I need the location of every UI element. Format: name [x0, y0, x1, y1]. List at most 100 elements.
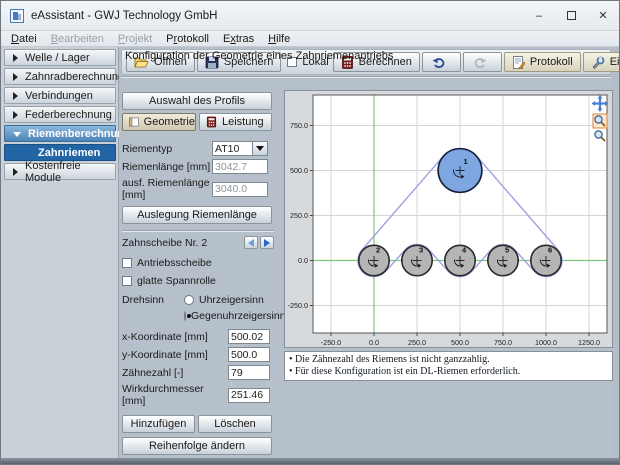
x-tick-label: -250.0: [321, 338, 341, 347]
sidebar-item-label: Verbindungen: [25, 90, 93, 102]
teeth-count-field[interactable]: [228, 365, 270, 380]
counterclockwise-radio[interactable]: [184, 311, 186, 321]
y-coordinate-label: y-Koordinate [mm]: [122, 349, 228, 361]
menu-bearbeiten: Bearbeiten: [44, 33, 111, 45]
teeth-count-label: Zähnezahl [-]: [122, 367, 228, 379]
sidebar-item-label: Zahnradberechnung: [25, 71, 124, 83]
exec-belt-length-field: [212, 182, 268, 197]
sidebar-item-zahnriemen[interactable]: Zahnriemen: [4, 144, 116, 161]
belt-type-label: Riementyp: [122, 143, 212, 155]
power-tab-button[interactable]: Leistung: [199, 113, 272, 131]
sidebar-item-kostenfreie-module[interactable]: Kostenfreie Module: [4, 163, 116, 180]
pulley-4[interactable]: 4: [445, 245, 475, 275]
menu-hilfe[interactable]: Hilfe: [261, 33, 297, 45]
add-pulley-button[interactable]: Hinzufügen: [122, 415, 195, 433]
y-tick-label: 0.0: [298, 256, 308, 265]
x-coordinate-label: x-Koordinate [mm]: [122, 331, 228, 343]
next-pulley-button[interactable]: [260, 236, 274, 249]
x-tick-label: 750.0: [494, 338, 512, 347]
page-title: Konfiguration der Geometrie eines Zahnri…: [125, 50, 393, 62]
undo-button[interactable]: [422, 52, 461, 72]
belt-type-value[interactable]: [212, 141, 252, 156]
pulley-diagram-panel: 123456750.0500.0250.00.0-250.0-250.00.02…: [284, 90, 613, 348]
pulley-label: 1: [464, 157, 468, 166]
y-tick-label: -250.0: [288, 301, 308, 310]
triangle-collapsed-icon: [13, 92, 18, 100]
triangle-collapsed-icon: [13, 54, 18, 62]
rotation-label: Drehsinn: [122, 294, 184, 306]
profile-select-button[interactable]: Auswahl des Profils: [122, 92, 272, 110]
title-bar: eAssistant - GWJ Technology GmbH – ✕: [1, 1, 619, 31]
window-title: eAssistant - GWJ Technology GmbH: [31, 10, 523, 22]
drive-pulley-checkbox[interactable]: [122, 258, 132, 268]
protocol-document-icon: [512, 56, 525, 69]
sidebar-item-label: Riemenberechnung: [28, 128, 131, 140]
previous-pulley-button[interactable]: [244, 236, 258, 249]
maximize-button[interactable]: [555, 1, 587, 30]
sidebar-item-label: Federberechnung: [25, 109, 112, 121]
menu-bar: DateiBearbeitenProjektProtokollExtrasHil…: [1, 31, 619, 47]
x-tick-label: 250.0: [408, 338, 426, 347]
close-button[interactable]: ✕: [587, 1, 619, 30]
pulley-label: 2: [376, 245, 380, 254]
geometry-tab-button[interactable]: Geometrie: [122, 113, 196, 131]
geometry-form: Auswahl des Profils Geometrie Leistung: [122, 92, 274, 455]
belt-length-field: [212, 159, 268, 174]
sidebar-item-verbindungen[interactable]: Verbindungen: [4, 87, 116, 104]
pitch-diameter-field[interactable]: [228, 388, 270, 403]
delete-pulley-button[interactable]: Löschen: [198, 415, 272, 433]
pulley-1[interactable]: 1: [438, 149, 482, 193]
pulley-6[interactable]: 6: [531, 245, 561, 275]
idler-label: glatte Spannrolle: [137, 275, 216, 287]
reorder-button[interactable]: Reihenfolge ändern: [122, 437, 272, 455]
pulley-3[interactable]: 3: [402, 245, 432, 275]
zoom-rect-tool-icon[interactable]: [593, 114, 607, 128]
sidebar-item-label: Zahnriemen: [38, 147, 100, 159]
app-window: eAssistant - GWJ Technology GmbH – ✕ Dat…: [0, 0, 620, 465]
redo-button[interactable]: [463, 52, 502, 72]
y-coordinate-field[interactable]: [228, 347, 270, 362]
belt-type-combo[interactable]: [212, 141, 268, 156]
pulley-5[interactable]: 5: [488, 245, 518, 275]
sidebar-item-federberechnung[interactable]: Federberechnung: [4, 106, 116, 123]
exec-belt-length-label: ausf. Riemenlänge [mm]: [122, 177, 212, 201]
app-icon: [10, 9, 24, 23]
menu-datei[interactable]: Datei: [4, 33, 44, 45]
arrow-right-icon: [264, 239, 270, 247]
menu-protokoll[interactable]: Protokoll: [159, 33, 216, 45]
pulley-label: 3: [419, 245, 423, 254]
undo-icon: [432, 56, 446, 68]
sidebar-item-zahnradberechnung[interactable]: Zahnradberechnung: [4, 68, 116, 85]
idler-checkbox[interactable]: [122, 276, 132, 286]
settings-label: Einstellungen: [610, 56, 620, 68]
maximize-icon: [567, 11, 576, 20]
pulley-diagram: 123456750.0500.0250.00.0-250.0-250.00.02…: [285, 91, 612, 347]
sidebar-item-riemenberechnung[interactable]: Riemenberechnung: [4, 125, 116, 142]
x-tick-label: 1000.0: [535, 338, 557, 347]
window-bottom-edge: [1, 458, 619, 464]
pulley-nav-label: Zahnscheibe Nr. 2: [122, 237, 242, 249]
pulley-label: 6: [548, 245, 552, 254]
settings-button[interactable]: Einstellungen: [583, 52, 620, 72]
geometry-page-icon: [129, 116, 139, 128]
redo-icon: [473, 56, 487, 68]
sidebar-item-welle-lager[interactable]: Welle / Lager: [4, 49, 116, 66]
belt-length-label: Riemenlänge [mm]: [122, 161, 212, 173]
menu-extras[interactable]: Extras: [216, 33, 261, 45]
pulley-label: 5: [505, 245, 509, 254]
sidebar-item-label: Kostenfreie Module: [25, 160, 115, 184]
warning-message: • Für diese Konfiguration ist ein DL-Rie…: [289, 366, 608, 378]
triangle-collapsed-icon: [13, 73, 18, 81]
protocol-button[interactable]: Protokoll: [504, 52, 581, 72]
x-coordinate-field[interactable]: [228, 329, 270, 344]
minimize-button[interactable]: –: [523, 1, 555, 30]
content-header-divider: [121, 76, 611, 91]
x-tick-label: 500.0: [451, 338, 469, 347]
power-tab-label: Leistung: [222, 116, 264, 128]
warning-message: • Die Zähnezahl des Riemens ist nicht ga…: [289, 354, 608, 366]
belt-type-dropdown-button[interactable]: [252, 141, 268, 156]
triangle-collapsed-icon: [13, 111, 18, 119]
pulley-2[interactable]: 2: [359, 245, 389, 275]
design-belt-length-button[interactable]: Auslegung Riemenlänge: [122, 206, 272, 224]
clockwise-radio[interactable]: [184, 295, 194, 305]
